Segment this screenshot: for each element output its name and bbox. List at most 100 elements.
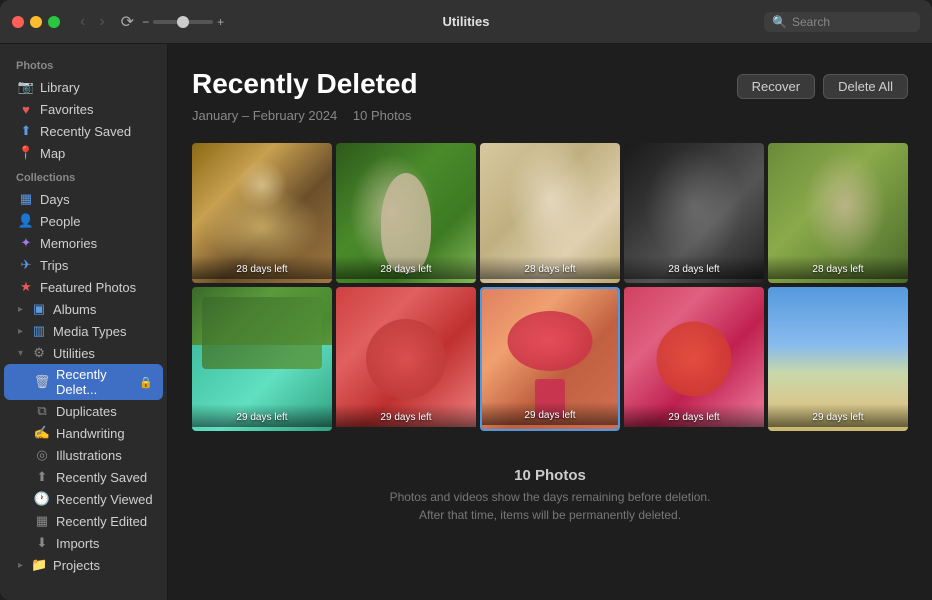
utilities-label: Utilities <box>53 346 153 361</box>
recently-viewed-icon: 🕐 <box>34 491 50 507</box>
recently-edited-label: Recently Edited <box>56 514 153 529</box>
featured-icon: ★ <box>18 279 34 295</box>
photo-item-3[interactable]: 28 days left <box>480 143 620 283</box>
sidebar-item-recently-saved-sub[interactable]: ⬆ Recently Saved <box>4 466 163 488</box>
projects-icon: 📁 <box>31 557 47 573</box>
imports-label: Imports <box>56 536 153 551</box>
photos-section-label: Photos <box>0 52 167 76</box>
sidebar-item-days[interactable]: ▦ Days <box>4 188 163 210</box>
imports-icon: ⬇ <box>34 535 50 551</box>
sidebar-item-duplicates[interactable]: ⧉ Duplicates <box>4 400 163 422</box>
trips-label: Trips <box>40 258 153 273</box>
people-icon: 👤 <box>18 213 34 229</box>
sidebar-item-recently-saved[interactable]: ⬆ Recently Saved <box>4 120 163 142</box>
photo-item-6[interactable]: 29 days left <box>192 287 332 431</box>
sidebar-item-utilities[interactable]: ▾ ⚙ Utilities <box>4 342 163 364</box>
sidebar-item-illustrations[interactable]: ◎ Illustrations <box>4 444 163 466</box>
photo-days-5: 28 days left <box>768 256 908 279</box>
content-actions: Recover Delete All <box>737 68 908 99</box>
photo-item-5[interactable]: 28 days left <box>768 143 908 283</box>
albums-expand-icon: ▸ <box>18 304 23 315</box>
sidebar-item-trips[interactable]: ✈ Trips <box>4 254 163 276</box>
sidebar-item-library[interactable]: 📷 Library <box>4 76 163 98</box>
recently-saved-sub-icon: ⬆ <box>34 469 50 485</box>
photo-days-2: 28 days left <box>336 256 476 279</box>
app-window: ‹ › ⟳ − + Utilities 🔍 Photos 📷 Library <box>0 0 932 600</box>
footer-desc-1: Photos and videos show the days remainin… <box>192 488 908 506</box>
content-area: Recently Deleted Recover Delete All Janu… <box>168 44 932 600</box>
search-input[interactable] <box>792 15 912 29</box>
photo-item-4[interactable]: 28 days left <box>624 143 764 283</box>
rotate-icon[interactable]: ⟳ <box>121 12 134 32</box>
lock-icon: 🔒 <box>139 376 153 389</box>
page-title: Recently Deleted <box>192 68 418 100</box>
sidebar-item-map[interactable]: 📍 Map <box>4 142 163 164</box>
close-button[interactable] <box>12 16 24 28</box>
memories-label: Memories <box>40 236 153 251</box>
illustrations-label: Illustrations <box>56 448 153 463</box>
mediatypes-expand-icon: ▸ <box>18 326 23 337</box>
sidebar-item-memories[interactable]: ✦ Memories <box>4 232 163 254</box>
search-icon: 🔍 <box>772 15 787 29</box>
sidebar: Photos 📷 Library ♥ Favorites ⬆ Recently … <box>0 44 168 600</box>
map-label: Map <box>40 146 153 161</box>
zoom-thumb <box>177 16 189 28</box>
photo-item-10[interactable]: 29 days left <box>768 287 908 431</box>
sidebar-item-recently-deleted[interactable]: 🗑 Recently Delet... 🔒 <box>4 364 163 400</box>
sidebar-item-albums[interactable]: ▸ ▣ Albums <box>4 298 163 320</box>
zoom-plus-icon[interactable]: + <box>217 15 224 29</box>
sidebar-item-recently-edited[interactable]: ▦ Recently Edited <box>4 510 163 532</box>
nav-controls: ‹ › <box>76 11 109 33</box>
duplicates-icon: ⧉ <box>34 403 50 419</box>
minimize-button[interactable] <box>30 16 42 28</box>
photo-days-6: 29 days left <box>192 404 332 427</box>
trash-icon: 🗑 <box>34 374 50 390</box>
handwriting-icon: ✍ <box>34 425 50 441</box>
library-icon: 📷 <box>18 79 34 95</box>
recently-deleted-label: Recently Delet... <box>56 367 133 397</box>
zoom-slider[interactable] <box>153 20 213 24</box>
titlebar: ‹ › ⟳ − + Utilities 🔍 <box>0 0 932 44</box>
back-button[interactable]: ‹ <box>76 11 89 33</box>
photo-item-2[interactable]: 28 days left <box>336 143 476 283</box>
photo-days-9: 29 days left <box>624 404 764 427</box>
maximize-button[interactable] <box>48 16 60 28</box>
recently-viewed-label: Recently Viewed <box>56 492 153 507</box>
photo-item-9[interactable]: 29 days left <box>624 287 764 431</box>
sidebar-item-projects[interactable]: ▸ 📁 Projects <box>4 554 163 576</box>
days-label: Days <box>40 192 153 207</box>
window-title: Utilities <box>443 14 490 29</box>
photo-days-10: 29 days left <box>768 404 908 427</box>
zoom-minus-icon[interactable]: − <box>142 15 149 29</box>
memories-icon: ✦ <box>18 235 34 251</box>
people-label: People <box>40 214 153 229</box>
sidebar-item-favorites[interactable]: ♥ Favorites <box>4 98 163 120</box>
albums-icon: ▣ <box>31 301 47 317</box>
photo-count: 10 Photos <box>353 108 412 123</box>
recently-saved-icon: ⬆ <box>18 123 34 139</box>
photo-item-1[interactable]: 28 days left <box>192 143 332 283</box>
trips-icon: ✈ <box>18 257 34 273</box>
photo-item-8[interactable]: 29 days left <box>480 287 620 431</box>
sidebar-item-people[interactable]: 👤 People <box>4 210 163 232</box>
forward-button[interactable]: › <box>95 11 108 33</box>
sidebar-item-imports[interactable]: ⬇ Imports <box>4 532 163 554</box>
recover-button[interactable]: Recover <box>737 74 815 99</box>
duplicates-label: Duplicates <box>56 404 153 419</box>
recently-saved-label: Recently Saved <box>40 124 153 139</box>
recently-edited-icon: ▦ <box>34 513 50 529</box>
sidebar-item-recently-viewed[interactable]: 🕐 Recently Viewed <box>4 488 163 510</box>
search-box: 🔍 <box>764 12 920 32</box>
photo-days-4: 28 days left <box>624 256 764 279</box>
days-icon: ▦ <box>18 191 34 207</box>
utilities-expand-icon: ▾ <box>18 348 23 359</box>
sidebar-item-featured-photos[interactable]: ★ Featured Photos <box>4 276 163 298</box>
sidebar-item-handwriting[interactable]: ✍ Handwriting <box>4 422 163 444</box>
library-label: Library <box>40 80 153 95</box>
favorites-icon: ♥ <box>18 101 34 117</box>
photo-item-7[interactable]: 29 days left <box>336 287 476 431</box>
recently-saved-sub-label: Recently Saved <box>56 470 153 485</box>
sidebar-item-media-types[interactable]: ▸ ▥ Media Types <box>4 320 163 342</box>
illustrations-icon: ◎ <box>34 447 50 463</box>
delete-all-button[interactable]: Delete All <box>823 74 908 99</box>
